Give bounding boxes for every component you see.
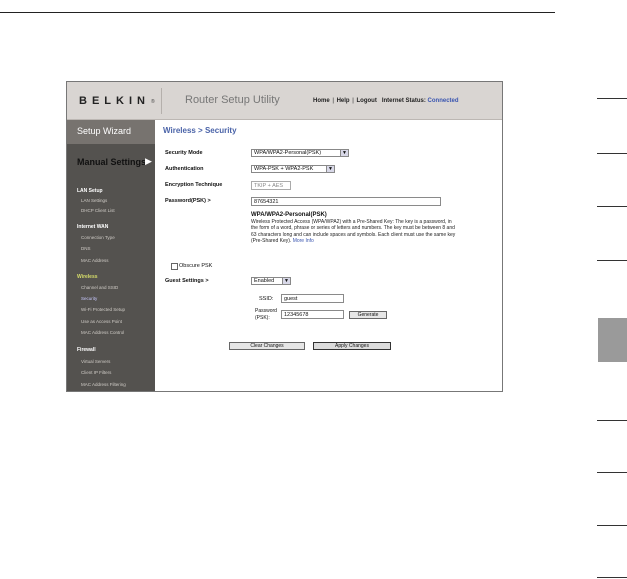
sidebar-section-firewall: Firewall xyxy=(77,347,96,353)
header-bar: BELKIN ® Router Setup Utility Home | Hel… xyxy=(67,82,502,120)
belkin-logo: BELKIN xyxy=(79,95,150,107)
header-links: Home | Help | Logout Internet Status: Co… xyxy=(313,98,459,104)
guest-password-label-2: (PSK): xyxy=(255,315,270,321)
obscure-psk-label: Obscure PSK xyxy=(179,263,213,269)
security-mode-label: Security Mode xyxy=(165,150,203,156)
sidebar-item-wps[interactable]: Wi-Fi Protected Setup xyxy=(81,307,125,312)
margin-mark xyxy=(597,260,627,261)
chevron-down-icon: ▼ xyxy=(340,150,348,156)
sidebar-item-client-ip-filters[interactable]: Client IP Filters xyxy=(81,370,111,375)
sidebar-item-channel-ssid[interactable]: Channel and SSID xyxy=(81,285,118,290)
sidebar-item-mac-address[interactable]: MAC Address xyxy=(81,258,109,263)
sidebar-section-lan: LAN Setup xyxy=(77,188,103,194)
chapter-tab xyxy=(598,318,627,362)
ssid-input[interactable]: guest xyxy=(281,294,344,303)
margin-mark xyxy=(597,98,627,99)
more-info-link[interactable]: More Info xyxy=(293,238,314,244)
margin-mark xyxy=(597,153,627,154)
ssid-label: SSID: xyxy=(259,296,274,302)
sidebar-section-internet-wan: Internet WAN xyxy=(77,224,109,230)
description-text: Wireless Protected Access (WPA/WPA2) wit… xyxy=(251,219,456,245)
home-link[interactable]: Home xyxy=(313,98,330,104)
help-link[interactable]: Help xyxy=(337,98,350,104)
description-title: WPA/WPA2-Personal(PSK) xyxy=(251,212,327,218)
generate-button[interactable]: Generate xyxy=(349,311,387,319)
margin-mark xyxy=(597,472,627,473)
setup-wizard-button[interactable]: Setup Wizard xyxy=(67,120,155,144)
security-mode-select[interactable]: WPA/WPA2-Personal(PSK) ▼ xyxy=(251,149,349,157)
sidebar-item-lan-settings[interactable]: LAN Settings xyxy=(81,198,107,203)
registered-mark: ® xyxy=(151,99,155,105)
margin-mark xyxy=(597,525,627,526)
apply-changes-button[interactable]: Apply Changes xyxy=(313,342,391,350)
sidebar: Setup Wizard Manual Settings ▶ LAN Setup… xyxy=(67,120,155,391)
chevron-down-icon: ▼ xyxy=(326,166,334,172)
logout-link[interactable]: Logout xyxy=(357,98,377,104)
chevron-down-icon: ▼ xyxy=(282,278,290,284)
password-input[interactable]: 87654321 xyxy=(251,197,441,206)
breadcrumb: Wireless > Security xyxy=(163,126,237,135)
clear-changes-button[interactable]: Clear Changes xyxy=(229,342,305,350)
sidebar-item-access-point[interactable]: Use as Access Point xyxy=(81,319,122,324)
sidebar-section-wireless: Wireless xyxy=(77,274,98,280)
guest-password-input[interactable]: 12345678 xyxy=(281,310,344,319)
internet-status-label: Internet Status: xyxy=(381,98,426,104)
authentication-label: Authentication xyxy=(165,166,204,172)
router-ui-screenshot: BELKIN ® Router Setup Utility Home | Hel… xyxy=(66,81,503,392)
sidebar-item-dhcp-client-list[interactable]: DHCP Client List xyxy=(81,208,115,213)
app-title: Router Setup Utility xyxy=(185,94,280,106)
sidebar-item-security[interactable]: Security xyxy=(81,296,97,301)
header-divider xyxy=(161,88,162,114)
margin-mark xyxy=(597,206,627,207)
margin-mark xyxy=(597,420,627,421)
encryption-field: TKIP + AES xyxy=(251,181,291,190)
sidebar-item-virtual-servers[interactable]: Virtual Servers xyxy=(81,359,110,364)
sidebar-item-dns[interactable]: DNS xyxy=(81,246,91,251)
margin-mark xyxy=(597,577,627,578)
sidebar-item-mac-address-filtering[interactable]: MAC Address Filtering xyxy=(81,382,126,387)
page-top-rule xyxy=(0,12,555,13)
guest-settings-label: Guest Settings > xyxy=(165,278,209,284)
password-label: Password(PSK) > xyxy=(165,198,211,204)
obscure-psk-checkbox[interactable] xyxy=(171,263,178,270)
guest-password-label-1: Password xyxy=(255,308,277,314)
sidebar-item-mac-address-control[interactable]: MAC Address Control xyxy=(81,330,124,335)
sidebar-item-connection-type[interactable]: Connection Type xyxy=(81,235,115,240)
authentication-select[interactable]: WPA-PSK + WPA2-PSK ▼ xyxy=(251,165,335,173)
guest-settings-select[interactable]: Enabled ▼ xyxy=(251,277,291,285)
manual-settings-header[interactable]: Manual Settings ▶ xyxy=(67,146,155,180)
internet-status-value: Connected xyxy=(427,98,459,104)
triangle-right-icon: ▶ xyxy=(145,156,152,166)
encryption-label: Encryption Technique xyxy=(165,182,223,188)
